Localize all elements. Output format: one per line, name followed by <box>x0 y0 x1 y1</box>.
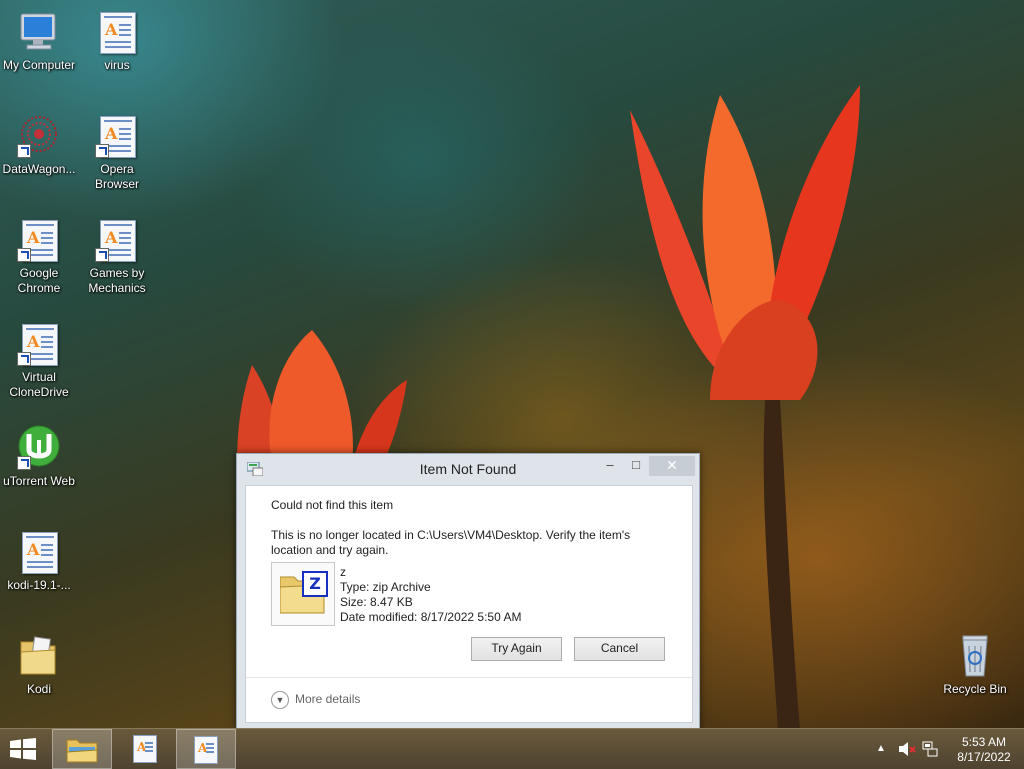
desktop-icon-label: kodi-19.1-... <box>7 578 71 592</box>
clock[interactable]: 5:53 AM 8/17/2022 <box>946 735 1022 765</box>
item-not-found-dialog: Item Not Found – □ ✕ Could not find this… <box>236 453 700 728</box>
zip-badge: Z <box>302 571 328 597</box>
desktop-icon-my-computer[interactable]: My Computer <box>0 8 78 73</box>
desktop-icon-label: Games by Mechanics <box>88 266 146 295</box>
wordpad-document-icon: A <box>15 216 63 264</box>
desktop-icon-virus[interactable]: A virus <box>78 8 156 73</box>
file-date-modified: Date modified: 8/17/2022 5:50 AM <box>340 610 522 624</box>
desktop-icon-label: uTorrent Web <box>3 474 75 488</box>
wordpad-document-icon: A <box>93 8 141 56</box>
chevron-down-icon: ▼ <box>271 691 289 709</box>
more-details-label: More details <box>295 692 361 707</box>
shortcut-arrow-icon <box>17 248 31 262</box>
desktop-icon-label: Recycle Bin <box>943 682 1007 696</box>
datawagon-icon <box>15 112 63 160</box>
desktop-icon-recycle-bin[interactable]: Recycle Bin <box>936 632 1014 697</box>
cancel-button[interactable]: Cancel <box>574 637 665 661</box>
shortcut-arrow-icon <box>95 248 109 262</box>
desktop-icon-kodi-installer[interactable]: A kodi-19.1-... <box>0 528 78 593</box>
taskbar-wordpad[interactable]: A <box>116 729 174 767</box>
try-again-button[interactable]: Try Again <box>471 637 562 661</box>
file-size: Size: 8.47 KB <box>340 595 413 609</box>
dialog-message: This is no longer located in C:\Users\VM… <box>271 528 631 557</box>
network-icon[interactable] <box>922 741 938 757</box>
dialog-titlebar[interactable]: Item Not Found – □ ✕ <box>237 454 699 484</box>
desktop-icon-opera-browser[interactable]: A Opera Browser <box>78 112 156 192</box>
desktop-icon-label: Kodi <box>26 682 52 696</box>
recycle-bin-icon <box>951 632 999 680</box>
tulip-wallpaper-small <box>237 330 407 465</box>
desktop[interactable]: My Computer A virus DataWagon... A Opera… <box>0 0 1024 728</box>
dialog-heading: Could not find this item <box>271 498 394 512</box>
shortcut-arrow-icon <box>17 456 31 470</box>
show-hidden-icons-button[interactable]: ▲ <box>876 743 886 754</box>
desktop-icon-label: Virtual CloneDrive <box>9 370 69 399</box>
folder-icon <box>15 632 63 680</box>
desktop-icon-label: virus <box>104 58 130 72</box>
desktop-icon-label: My Computer <box>2 58 76 72</box>
desktop-icon-datawagon[interactable]: DataWagon... <box>0 112 78 177</box>
system-tray: ▲ 5:53 AM 8/17/2022 <box>872 729 1024 769</box>
clock-time: 5:53 AM <box>961 735 1007 749</box>
desktop-icon-google-chrome[interactable]: A Google Chrome <box>0 216 78 296</box>
desktop-icon-games-by-mechanics[interactable]: A Games by Mechanics <box>78 216 156 296</box>
shortcut-arrow-icon <box>17 352 31 366</box>
divider <box>246 677 692 678</box>
computer-icon <box>15 8 63 56</box>
dialog-content: Could not find this item This is no long… <box>245 485 693 723</box>
desktop-icon-label: Opera Browser <box>94 162 139 191</box>
file-details: z Type: zip Archive Size: 8.47 KB Date m… <box>340 565 521 625</box>
maximize-button[interactable]: □ <box>623 456 649 476</box>
more-details-toggle[interactable]: ▼ More details <box>271 691 360 709</box>
minimize-button[interactable]: – <box>597 456 623 476</box>
desktop-icon-label: Google Chrome <box>17 266 61 295</box>
wordpad-document-icon: A <box>15 320 63 368</box>
zip-archive-icon: Z <box>271 562 335 626</box>
utorrent-icon <box>15 424 63 472</box>
file-explorer-icon <box>66 739 98 763</box>
desktop-icon-kodi[interactable]: Kodi <box>0 632 78 697</box>
file-name: z <box>340 565 346 579</box>
wordpad-icon: A <box>194 736 218 764</box>
clock-date: 8/17/2022 <box>957 750 1011 764</box>
wordpad-document-icon: A <box>93 216 141 264</box>
taskbar-wordpad-active[interactable]: A <box>176 729 236 769</box>
shortcut-arrow-icon <box>17 144 31 158</box>
volume-muted-icon[interactable] <box>898 741 916 757</box>
taskbar-file-explorer[interactable] <box>52 729 112 769</box>
desktop-icon-label: DataWagon... <box>2 162 76 176</box>
taskbar: A A ▲ 5:53 AM 8/17/2022 <box>0 728 1024 769</box>
wordpad-document-icon: A <box>15 528 63 576</box>
shortcut-arrow-icon <box>95 144 109 158</box>
desktop-icon-utorrent-web[interactable]: uTorrent Web <box>0 424 78 489</box>
file-type: Type: zip Archive <box>340 580 431 594</box>
wordpad-document-icon: A <box>93 112 141 160</box>
desktop-icon-virtual-clonedrive[interactable]: A Virtual CloneDrive <box>0 320 78 400</box>
wordpad-icon: A <box>133 735 157 763</box>
start-button[interactable] <box>8 738 38 760</box>
close-button[interactable]: ✕ <box>649 456 695 476</box>
